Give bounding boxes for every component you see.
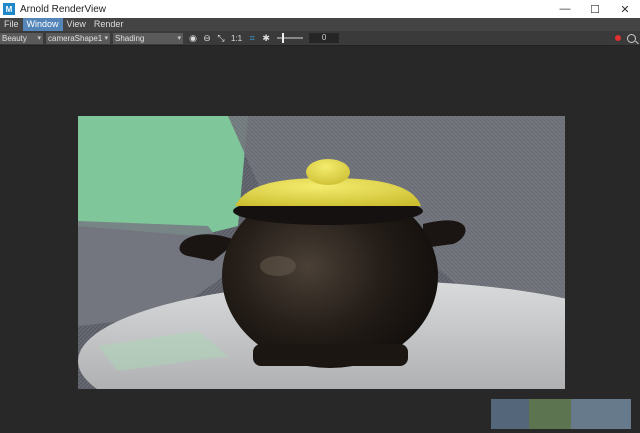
zoom-ratio-button[interactable]: 1:1 — [231, 34, 242, 43]
pot-base — [253, 344, 408, 366]
aov-dropdown[interactable]: Beauty ▾ — [0, 32, 43, 44]
render-toolbar: Beauty ▾ cameraShape1 ▾ Shading ▾ ◉ ⊖ ⤡ … — [0, 31, 640, 46]
menu-bar: File Window View Render — [0, 18, 640, 31]
window-title: Arnold RenderView — [20, 3, 106, 15]
green-pillow — [78, 116, 248, 236]
watermark-logo — [491, 399, 631, 429]
aov-dropdown-value: Beauty — [2, 33, 27, 43]
rendered-scene — [78, 116, 565, 389]
chevron-down-icon: ▾ — [104, 34, 108, 42]
crop-region-icon[interactable]: ⌗ — [247, 33, 257, 43]
menu-window[interactable]: Window — [22, 18, 63, 31]
transfer-icon[interactable]: ⤡ — [216, 33, 226, 43]
camera-dropdown-value: cameraShape1 — [48, 33, 103, 43]
minimize-button[interactable]: — — [550, 0, 580, 18]
search-icon[interactable] — [627, 33, 636, 43]
toolbar-right-icons — [615, 31, 636, 45]
title-bar: M Arnold RenderView — ☐ ✕ — [0, 0, 640, 18]
camera-dropdown[interactable]: cameraShape1 ▾ — [46, 32, 110, 44]
maximize-button[interactable]: ☐ — [580, 0, 610, 18]
shading-dropdown[interactable]: Shading ▾ — [113, 32, 183, 44]
close-button[interactable]: ✕ — [610, 0, 640, 18]
stop-render-icon[interactable] — [615, 35, 621, 41]
chevron-down-icon: ▾ — [37, 34, 41, 42]
menu-file[interactable]: File — [0, 18, 23, 31]
render-image — [78, 116, 565, 389]
menu-render[interactable]: Render — [90, 18, 128, 31]
region-render-icon[interactable]: ◉ — [188, 33, 198, 43]
exposure-input[interactable]: 0 — [309, 33, 340, 43]
window-controls: — ☐ ✕ — [550, 0, 640, 18]
arnold-app-icon: M — [3, 3, 15, 15]
gear-icon[interactable]: ✱ — [261, 33, 271, 43]
pot-highlight — [260, 256, 296, 276]
menu-view[interactable]: View — [63, 18, 90, 31]
exposure-slider[interactable] — [277, 33, 304, 43]
render-viewport[interactable] — [0, 46, 640, 433]
lid-knob — [306, 159, 350, 185]
shading-dropdown-value: Shading — [115, 33, 145, 43]
exposure-slider-handle[interactable] — [282, 33, 285, 43]
snapshot-icon[interactable]: ⊖ — [202, 33, 212, 43]
chevron-down-icon: ▾ — [177, 34, 181, 42]
